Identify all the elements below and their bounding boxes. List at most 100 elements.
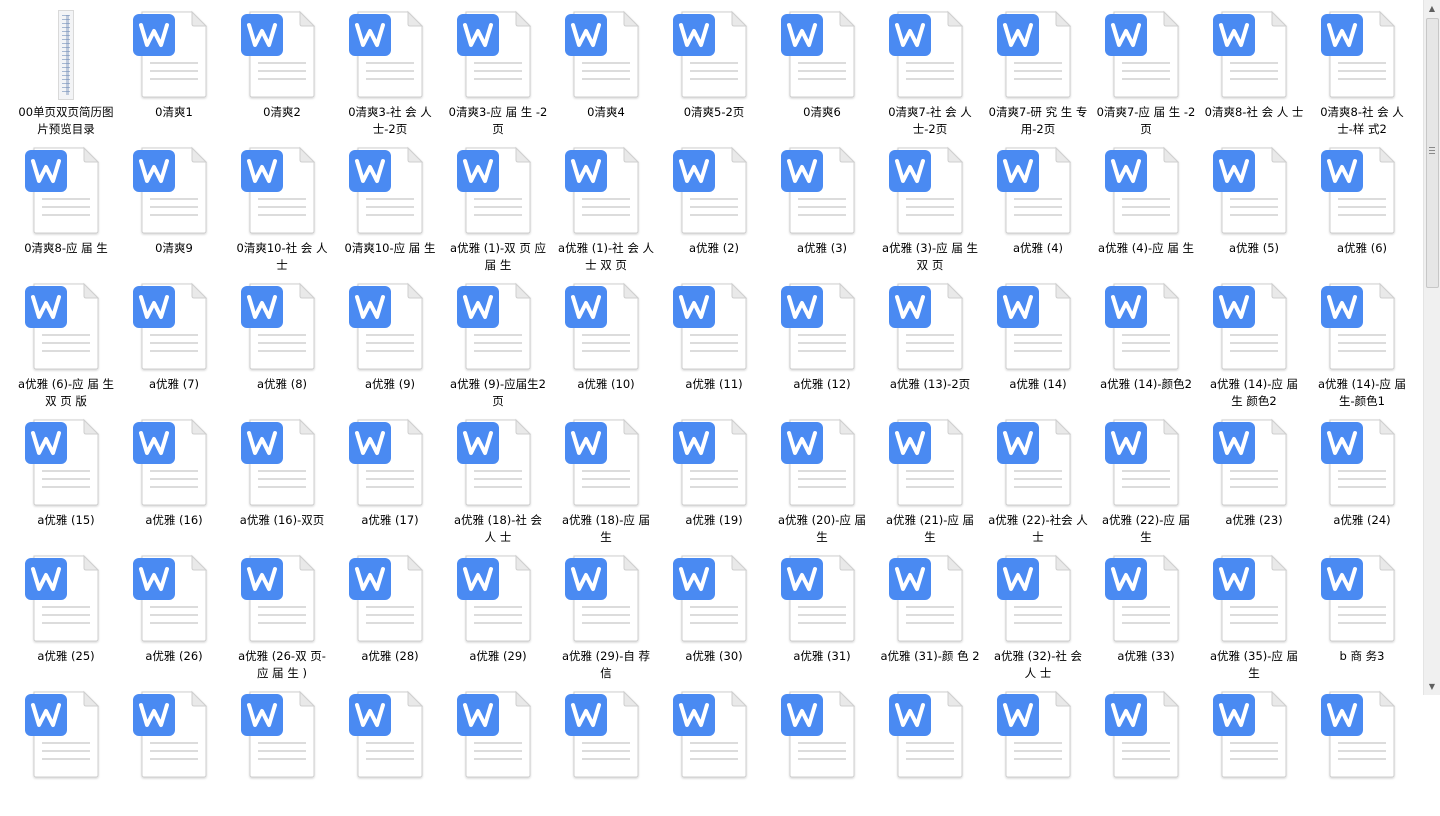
file-item[interactable] bbox=[660, 680, 768, 816]
file-item[interactable] bbox=[336, 680, 444, 816]
file-item[interactable]: 0清爽8-社 会 人 士 bbox=[1200, 0, 1308, 136]
file-item[interactable]: 0清爽3-社 会 人 士-2页 bbox=[336, 0, 444, 136]
file-item[interactable] bbox=[12, 680, 120, 816]
file-item[interactable]: a优雅 (1)-社 会 人 士 双 页 bbox=[552, 136, 660, 272]
file-name-label: a优雅 (6) bbox=[1337, 241, 1387, 255]
file-name-label: a优雅 (19) bbox=[685, 513, 743, 527]
file-item[interactable]: a优雅 (26-双 页- 应 届 生 ) bbox=[228, 544, 336, 680]
file-name-label: 0清爽8-应 届 生 bbox=[24, 241, 108, 255]
file-item[interactable]: 0清爽1 bbox=[120, 0, 228, 136]
scroll-down-button[interactable]: ▼ bbox=[1424, 678, 1440, 695]
file-item[interactable]: a优雅 (6)-应 届 生 双 页 版 bbox=[12, 272, 120, 408]
scrollbar-thumb[interactable] bbox=[1426, 18, 1439, 288]
file-name-label: a优雅 (13)-2页 bbox=[889, 377, 971, 391]
file-item[interactable]: a优雅 (23) bbox=[1200, 408, 1308, 544]
file-item[interactable]: a优雅 (17) bbox=[336, 408, 444, 544]
wps-writer-doc-icon bbox=[660, 544, 768, 646]
file-item[interactable]: a优雅 (12) bbox=[768, 272, 876, 408]
file-item[interactable]: a优雅 (5) bbox=[1200, 136, 1308, 272]
file-item[interactable]: 0清爽9 bbox=[120, 136, 228, 272]
file-item[interactable] bbox=[552, 680, 660, 816]
file-item[interactable]: a优雅 (1)-双 页 应 届 生 bbox=[444, 136, 552, 272]
file-name-label: a优雅 (18)-应 届 生 bbox=[561, 513, 651, 544]
file-item[interactable]: a优雅 (30) bbox=[660, 544, 768, 680]
file-item[interactable]: a优雅 (16) bbox=[120, 408, 228, 544]
file-item[interactable]: a优雅 (14)-应 届 生 颜色2 bbox=[1200, 272, 1308, 408]
file-item[interactable]: a优雅 (9) bbox=[336, 272, 444, 408]
file-item[interactable]: 0清爽6 bbox=[768, 0, 876, 136]
file-item[interactable]: a优雅 (16)-双页 bbox=[228, 408, 336, 544]
file-item[interactable]: a优雅 (26) bbox=[120, 544, 228, 680]
image-thumbnail-icon bbox=[12, 0, 120, 102]
file-item[interactable]: a优雅 (4) bbox=[984, 136, 1092, 272]
vertical-scrollbar[interactable]: ▲ ▼ bbox=[1423, 0, 1440, 695]
file-name-label: a优雅 (9) bbox=[365, 377, 415, 391]
file-item[interactable]: 0清爽7-研 究 生 专 用-2页 bbox=[984, 0, 1092, 136]
file-item[interactable] bbox=[228, 680, 336, 816]
file-item[interactable]: 0清爽10-社 会 人 士 bbox=[228, 136, 336, 272]
file-item[interactable]: a优雅 (14)-颜色2 bbox=[1092, 272, 1200, 408]
file-item[interactable]: a优雅 (10) bbox=[552, 272, 660, 408]
file-item[interactable]: a优雅 (31)-颜 色 2 bbox=[876, 544, 984, 680]
wps-writer-doc-icon bbox=[768, 680, 876, 782]
file-item[interactable]: a优雅 (2) bbox=[660, 136, 768, 272]
file-item[interactable]: a优雅 (24) bbox=[1308, 408, 1416, 544]
wps-writer-doc-icon bbox=[1092, 408, 1200, 510]
file-item[interactable]: 00单页双页简历图片预览目录 bbox=[12, 0, 120, 136]
file-item[interactable]: a优雅 (33) bbox=[1092, 544, 1200, 680]
file-item[interactable]: a优雅 (3) bbox=[768, 136, 876, 272]
file-item[interactable]: a优雅 (8) bbox=[228, 272, 336, 408]
file-item[interactable]: 0清爽2 bbox=[228, 0, 336, 136]
file-item[interactable]: a优雅 (29) bbox=[444, 544, 552, 680]
file-item[interactable]: 0清爽3-应 届 生 -2页 bbox=[444, 0, 552, 136]
file-item[interactable]: a优雅 (31) bbox=[768, 544, 876, 680]
file-item[interactable]: a优雅 (14)-应 届 生-颜色1 bbox=[1308, 272, 1416, 408]
wps-writer-doc-icon bbox=[336, 680, 444, 782]
file-item[interactable] bbox=[1200, 680, 1308, 816]
file-item[interactable]: a优雅 (19) bbox=[660, 408, 768, 544]
file-name-label: a优雅 (20)-应 届 生 bbox=[777, 513, 867, 544]
file-item[interactable]: a优雅 (32)-社 会 人 士 bbox=[984, 544, 1092, 680]
file-item[interactable]: a优雅 (35)-应 届 生 bbox=[1200, 544, 1308, 680]
file-item[interactable] bbox=[876, 680, 984, 816]
file-item[interactable] bbox=[120, 680, 228, 816]
file-item[interactable]: a优雅 (9)-应届生2页 bbox=[444, 272, 552, 408]
wps-writer-doc-icon bbox=[228, 272, 336, 374]
file-item[interactable]: 0清爽8-应 届 生 bbox=[12, 136, 120, 272]
file-item[interactable]: a优雅 (22)-应 届 生 bbox=[1092, 408, 1200, 544]
file-item[interactable] bbox=[444, 680, 552, 816]
file-item[interactable]: 0清爽5-2页 bbox=[660, 0, 768, 136]
file-name-label: a优雅 (15) bbox=[37, 513, 95, 527]
file-item[interactable]: a优雅 (18)-社 会 人 士 bbox=[444, 408, 552, 544]
file-item[interactable]: a优雅 (29)-自 荐 信 bbox=[552, 544, 660, 680]
file-item[interactable]: a优雅 (28) bbox=[336, 544, 444, 680]
file-item[interactable]: 0清爽8-社 会 人 士-样 式2 bbox=[1308, 0, 1416, 136]
file-item[interactable]: a优雅 (3)-应 届 生 双 页 bbox=[876, 136, 984, 272]
file-item[interactable]: a优雅 (21)-应 届 生 bbox=[876, 408, 984, 544]
file-item[interactable]: a优雅 (6) bbox=[1308, 136, 1416, 272]
file-item[interactable]: a优雅 (14) bbox=[984, 272, 1092, 408]
file-item[interactable]: a优雅 (15) bbox=[12, 408, 120, 544]
file-item[interactable]: a优雅 (7) bbox=[120, 272, 228, 408]
file-item[interactable] bbox=[1092, 680, 1200, 816]
file-item[interactable] bbox=[984, 680, 1092, 816]
file-item[interactable]: a优雅 (11) bbox=[660, 272, 768, 408]
scroll-up-button[interactable]: ▲ bbox=[1424, 0, 1440, 17]
file-item[interactable] bbox=[768, 680, 876, 816]
file-item[interactable]: a优雅 (20)-应 届 生 bbox=[768, 408, 876, 544]
file-name-label: a优雅 (23) bbox=[1225, 513, 1283, 527]
file-item[interactable]: a优雅 (18)-应 届 生 bbox=[552, 408, 660, 544]
file-item[interactable]: a优雅 (13)-2页 bbox=[876, 272, 984, 408]
file-item[interactable]: b 商 务3 bbox=[1308, 544, 1416, 680]
file-item[interactable]: 0清爽7-应 届 生 -2页 bbox=[1092, 0, 1200, 136]
wps-writer-doc-icon bbox=[120, 408, 228, 510]
file-item[interactable]: 0清爽4 bbox=[552, 0, 660, 136]
file-item[interactable] bbox=[1308, 680, 1416, 816]
file-item[interactable]: 0清爽7-社 会 人 士-2页 bbox=[876, 0, 984, 136]
file-item[interactable]: a优雅 (25) bbox=[12, 544, 120, 680]
wps-writer-doc-icon bbox=[444, 408, 552, 510]
file-item[interactable]: a优雅 (4)-应 届 生 bbox=[1092, 136, 1200, 272]
file-name-label: 0清爽3-应 届 生 -2页 bbox=[448, 105, 548, 136]
file-item[interactable]: a优雅 (22)-社会 人士 bbox=[984, 408, 1092, 544]
file-item[interactable]: 0清爽10-应 届 生 bbox=[336, 136, 444, 272]
